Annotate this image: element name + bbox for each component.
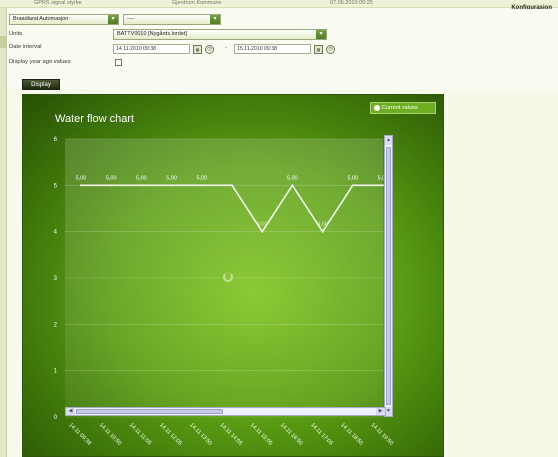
x-tick-label: 14.11 16:50 [279, 422, 304, 447]
chevron-down-icon[interactable]: ▾ [316, 30, 326, 39]
data-point [110, 184, 113, 187]
date-interval-label: Date interval [9, 44, 42, 50]
clock-icon[interactable]: ◷ [326, 45, 335, 54]
company-select-value: Braadland Automasjon [13, 16, 69, 22]
y-tick-label: 1 [54, 369, 58, 375]
clock-icon[interactable]: ◷ [205, 45, 214, 54]
data-point [321, 230, 324, 233]
data-point [140, 184, 143, 187]
data-label: 5,00 [287, 175, 298, 181]
data-label: 5,00 [136, 175, 147, 181]
date-to-input[interactable]: 15.11.2010 09:38 [234, 44, 311, 54]
y-tick-label: 5 [54, 183, 58, 189]
y-tick-label: 6 [54, 137, 58, 143]
x-tick-label: 14.11 11:05 [128, 422, 152, 446]
x-tick-label: 14.11 19:50 [370, 422, 395, 447]
secondary-select[interactable]: ---- ▾ [123, 14, 221, 25]
scroll-up-icon[interactable]: ▲ [385, 136, 392, 145]
year-ago-label: Display year ago values [9, 59, 71, 65]
top-status-bar: GPRS signal styrke Gjerdrum Kommune 07.0… [0, 0, 558, 8]
date-separator: - [225, 45, 227, 51]
year-ago-checkbox[interactable] [115, 59, 122, 66]
x-tick-label: 14.11 12:05 [158, 422, 183, 447]
calendar-icon[interactable]: ▦ [193, 45, 202, 54]
data-point [231, 184, 233, 187]
chart-svg: 0 1 2 3 4 5 6 5,00 5,00 5,00 5,00 5,00 4,00 5,00 4,00 5… [54, 137, 395, 447]
x-tick-label: 14.11 14:05 [219, 422, 244, 447]
data-label: 5,00 [347, 175, 358, 181]
x-tick-label: 14.11 10:50 [98, 422, 123, 447]
data-label: 5,00 [196, 175, 207, 181]
water-flow-chart: Water flow chart Current values 01234565… [22, 94, 444, 457]
loading-spinner-icon [223, 272, 233, 282]
scroll-down-icon[interactable]: ▼ [385, 407, 392, 416]
data-label: 5,00 [106, 175, 117, 181]
horizontal-scroll-thumb[interactable] [76, 409, 223, 414]
data-point [261, 230, 264, 233]
status-timestamp: 07.06.2010 00:25 [330, 0, 373, 6]
secondary-select-value: ---- [127, 16, 135, 22]
chevron-down-icon[interactable]: ▾ [108, 15, 118, 24]
vertical-scroll-thumb[interactable] [386, 147, 391, 405]
scroll-left-icon[interactable]: ◀ [66, 408, 75, 415]
units-select[interactable]: BATTV0010 [Nygårds.lordet] ▾ [113, 29, 327, 40]
data-point [80, 184, 82, 187]
data-point [200, 184, 203, 187]
filter-form: Braadland Automasjon ▾ ---- ▾ Units BATT… [7, 9, 558, 89]
data-label: 5,00 [166, 175, 177, 181]
status-municipality: Gjerdrum Kommune [172, 0, 222, 6]
data-point [351, 184, 354, 187]
data-label: 4,00 [317, 222, 328, 228]
calendar-icon[interactable]: ▦ [314, 45, 323, 54]
display-button[interactable]: Display [22, 79, 60, 90]
scroll-right-icon[interactable]: ▶ [376, 408, 385, 415]
left-frame [0, 8, 7, 457]
units-select-value: BATTV0010 [Nygårds.lordet] [117, 31, 187, 37]
data-label: 5,00 [76, 175, 87, 181]
data-point [291, 184, 294, 187]
x-tick-label: 14.11 15:05 [249, 422, 274, 447]
data-point [170, 184, 173, 187]
x-tick-label: 14.11 17:05 [309, 422, 334, 447]
y-tick-label: 0 [54, 415, 58, 421]
data-label: 4,00 [257, 222, 268, 228]
x-tick-label: 14.11 18:50 [339, 422, 364, 447]
y-tick-label: 2 [54, 322, 58, 328]
y-tick-label: 3 [54, 276, 58, 282]
units-label: Units [9, 31, 23, 37]
chevron-down-icon[interactable]: ▾ [210, 15, 220, 24]
x-tick-label: 14.11 09:38 [68, 422, 93, 447]
x-tick-label: 14.11 13:50 [188, 422, 213, 447]
right-panel [448, 94, 558, 457]
left-frame-notch [0, 36, 7, 48]
horizontal-scrollbar[interactable]: ◀ ▶ [65, 407, 386, 416]
date-from-input[interactable]: 14.11.2010 09:38 [113, 44, 190, 54]
vertical-scrollbar[interactable]: ▲ ▼ [384, 135, 393, 417]
status-gprs-signal: GPRS signal styrke [34, 0, 82, 6]
series-line [81, 183, 383, 234]
y-tick-label: 4 [54, 230, 58, 236]
company-select[interactable]: Braadland Automasjon ▾ [9, 14, 119, 25]
